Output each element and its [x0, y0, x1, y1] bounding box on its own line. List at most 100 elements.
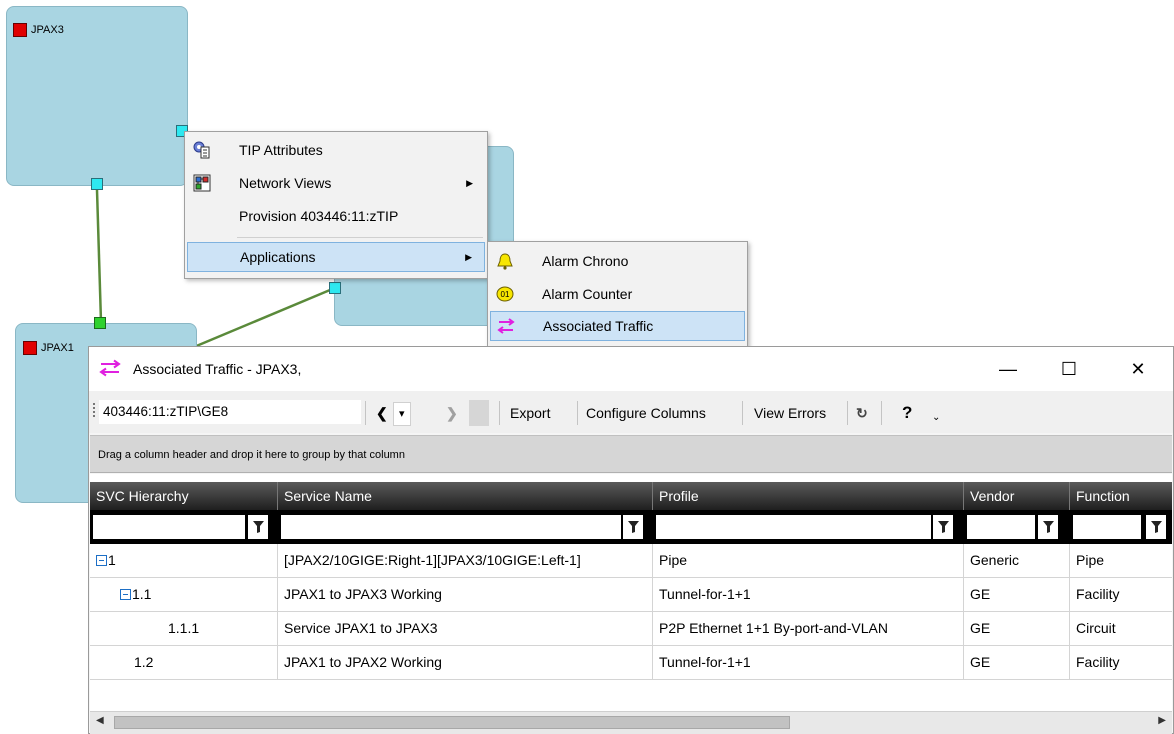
- configure-columns-button[interactable]: Configure Columns: [581, 400, 711, 426]
- toolbar: 403446:11:zTIP\GE8 ❮ ▾ ❯ Export Configur…: [89, 391, 1173, 433]
- window-titlebar[interactable]: Associated Traffic - JPAX3, — ☐ ✕: [89, 347, 1173, 391]
- view-errors-button[interactable]: View Errors: [749, 400, 831, 426]
- submenu-item-alarm-chrono[interactable]: Alarm Chrono: [490, 246, 745, 276]
- associated-traffic-window: Associated Traffic - JPAX3, — ☐ ✕ 403446…: [88, 346, 1174, 734]
- menu-item-label: Network Views: [239, 175, 332, 191]
- submenu-arrow-icon: ▶: [466, 177, 473, 188]
- filter-input-profile[interactable]: [656, 515, 931, 539]
- scroll-left-icon[interactable]: ◀: [96, 715, 104, 726]
- cell-function: Facility: [1070, 646, 1172, 680]
- collapse-icon[interactable]: [120, 589, 131, 600]
- hierarchy-label: 1.1.1: [168, 620, 200, 636]
- port-right-node[interactable]: [329, 282, 341, 294]
- back-button[interactable]: ❮: [371, 400, 393, 426]
- cell-vendor: GE: [964, 646, 1070, 680]
- table-row[interactable]: 1.2 JPAX1 to JPAX2 Working Tunnel-for-1+1 G…: [90, 646, 1172, 680]
- filter-icon[interactable]: [623, 515, 643, 539]
- refresh-button[interactable]: ↻: [851, 400, 873, 426]
- node-status-flag: [23, 341, 37, 355]
- menu-item-network-views[interactable]: Network Views ▶: [187, 168, 485, 198]
- toolbar-overflow-button[interactable]: ⌄: [927, 405, 945, 431]
- toolbar-separator: [742, 401, 743, 425]
- menu-item-provision[interactable]: Provision 403446:11:zTIP: [187, 201, 485, 231]
- table-row[interactable]: 1.1 JPAX1 to JPAX3 Working Tunnel-for-1+1 G…: [90, 578, 1172, 612]
- services-grid: SVC Hierarchy Service Name Profile Vendo…: [90, 474, 1172, 711]
- stop-button[interactable]: [469, 400, 489, 426]
- filter-icon[interactable]: [1146, 515, 1166, 539]
- menu-separator: [237, 237, 483, 238]
- submenu-item-associated-traffic[interactable]: Associated Traffic: [490, 311, 745, 341]
- filter-icon[interactable]: [248, 515, 268, 539]
- node-status-flag: [13, 23, 27, 37]
- cell-svc-hierarchy: 1.1.1: [90, 612, 278, 646]
- cell-function: Pipe: [1070, 544, 1172, 578]
- cell-profile: P2P Ethernet 1+1 By-port-and-VLAN: [653, 612, 964, 646]
- submenu-item-label: Associated Traffic: [543, 318, 654, 334]
- submenu-item-alarm-counter[interactable]: 01 Alarm Counter: [490, 279, 745, 309]
- associated-traffic-icon: [99, 359, 121, 380]
- minimize-button[interactable]: —: [985, 353, 1031, 385]
- tip-attributes-icon: [193, 141, 211, 159]
- filter-icon[interactable]: [933, 515, 953, 539]
- close-button[interactable]: ✕: [1115, 353, 1161, 385]
- toolbar-separator: [365, 401, 366, 425]
- column-header-profile[interactable]: Profile: [653, 482, 964, 510]
- scroll-right-icon[interactable]: ▶: [1158, 715, 1166, 726]
- address-field[interactable]: 403446:11:zTIP\GE8: [99, 400, 361, 424]
- menu-item-applications[interactable]: Applications ▶: [187, 242, 485, 272]
- menu-item-label: TIP Attributes: [239, 142, 323, 158]
- cell-vendor: GE: [964, 612, 1070, 646]
- cell-service-name: [JPAX2/10GIGE:Right-1][JPAX3/10GIGE:Left…: [278, 544, 653, 578]
- submenu-item-label: Alarm Counter: [542, 286, 633, 302]
- column-header-vendor[interactable]: Vendor: [964, 482, 1070, 510]
- hierarchy-label: 1.1: [132, 586, 152, 602]
- menu-item-tip-attributes[interactable]: TIP Attributes: [187, 135, 485, 165]
- help-button[interactable]: ?: [897, 400, 917, 426]
- cell-svc-hierarchy: 1.2: [90, 646, 278, 680]
- node-label: JPAX1: [41, 342, 74, 354]
- cell-profile: Tunnel-for-1+1: [653, 646, 964, 680]
- submenu-item-label: Alarm Chrono: [542, 253, 629, 269]
- window-title: Associated Traffic - JPAX3,: [133, 361, 302, 377]
- grid-header: SVC Hierarchy Service Name Profile Vendo…: [90, 482, 1172, 510]
- scrollbar-thumb[interactable]: [114, 716, 790, 729]
- submenu-arrow-icon: ▶: [465, 251, 472, 262]
- node-jpax3[interactable]: JPAX3: [6, 6, 188, 186]
- filter-input-svc-hierarchy[interactable]: [93, 515, 245, 539]
- cell-service-name: Service JPAX1 to JPAX3: [278, 612, 653, 646]
- applications-submenu: Alarm Chrono 01 Alarm Counter Associated…: [487, 241, 748, 351]
- export-button[interactable]: Export: [505, 400, 555, 426]
- cell-profile: Tunnel-for-1+1: [653, 578, 964, 612]
- menu-item-label: Provision 403446:11:zTIP: [239, 208, 399, 224]
- horizontal-scrollbar[interactable]: ◀ ▶: [90, 711, 1172, 734]
- group-by-panel[interactable]: Drag a column header and drop it here to…: [90, 435, 1172, 473]
- toolbar-separator: [847, 401, 848, 425]
- cell-svc-hierarchy: 1: [90, 544, 278, 578]
- collapse-icon[interactable]: [96, 555, 107, 566]
- column-header-service-name[interactable]: Service Name: [278, 482, 653, 510]
- port-jpax1-top[interactable]: [94, 317, 106, 329]
- bell-icon: [496, 252, 514, 270]
- node-label: JPAX3: [31, 24, 64, 36]
- forward-button[interactable]: ❯: [441, 400, 463, 426]
- column-header-svc-hierarchy[interactable]: SVC Hierarchy: [90, 482, 278, 510]
- port-jpax3-bottom[interactable]: [91, 178, 103, 190]
- table-row[interactable]: 1.1.1 Service JPAX1 to JPAX3 P2P Ethernet …: [90, 612, 1172, 646]
- network-views-icon: [193, 174, 211, 192]
- filter-input-function[interactable]: [1073, 515, 1141, 539]
- maximize-button[interactable]: ☐: [1046, 353, 1092, 385]
- toolbar-grip[interactable]: [93, 403, 95, 419]
- filter-input-vendor[interactable]: [967, 515, 1035, 539]
- filter-input-service-name[interactable]: [281, 515, 621, 539]
- table-row[interactable]: 1 [JPAX2/10GIGE:Right-1][JPAX3/10GIGE:Lef…: [90, 544, 1172, 578]
- toolbar-separator: [577, 401, 578, 425]
- column-header-function[interactable]: Function: [1070, 482, 1172, 510]
- alarm-counter-icon: 01: [496, 285, 514, 303]
- filter-icon[interactable]: [1038, 515, 1058, 539]
- filter-row: [90, 510, 1172, 544]
- context-menu: TIP Attributes Network Views ▶ Provision…: [184, 131, 488, 279]
- cell-svc-hierarchy: 1.1: [90, 578, 278, 612]
- cell-function: Circuit: [1070, 612, 1172, 646]
- svg-text:01: 01: [501, 290, 510, 299]
- history-dropdown-button[interactable]: ▾: [393, 402, 411, 426]
